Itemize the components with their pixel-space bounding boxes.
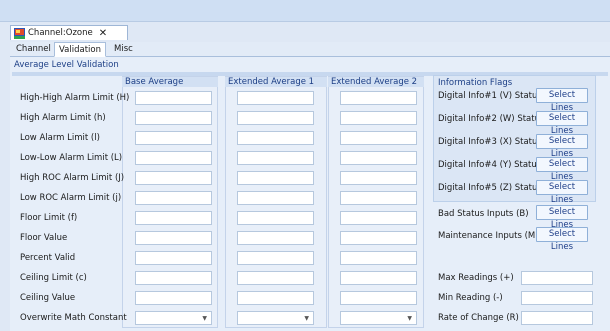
row-label-overwrite-math-constant: Overwrite Math Constant [20,313,127,323]
max-readings-label: Max Readings (+) [438,273,514,283]
base-low-roc-alarm-field[interactable] [135,191,212,205]
tab-validation[interactable]: Validation [54,42,106,57]
chevron-down-icon: ▼ [304,315,309,322]
ext1-low-alarm-field[interactable] [237,131,314,145]
column-header-extended-average-1: Extended Average 1 [225,77,327,87]
base-low-alarm-field[interactable] [135,131,212,145]
rate-of-change-label: Rate of Change (R) [438,313,519,323]
maintenance-inputs-label: Maintenance Inputs (M) [438,231,539,241]
ext1-ceiling-value-field[interactable] [237,291,314,305]
chevron-down-icon: ▼ [407,315,412,322]
maintenance-inputs-select-lines-button[interactable]: Select Lines [536,227,588,252]
ext1-floor-value-field[interactable] [237,231,314,245]
bad-status-inputs-label: Bad Status Inputs (B) [438,209,529,219]
digital-info-4-label: Digital Info#4 (Y) Status [438,160,542,170]
base-ceiling-value-field[interactable] [135,291,212,305]
digital-info-5-label: Digital Info#5 (Z) Status [438,183,542,193]
ext2-low-alarm-field[interactable] [340,131,417,145]
digital-info-2-label: Digital Info#2 (W) Status [438,114,545,124]
ext2-floor-value-field[interactable] [340,231,417,245]
channel-window-icon [14,27,25,39]
information-flags-title: Information Flags [438,78,513,88]
row-label-percent-valid: Percent Valid [20,253,76,263]
ext1-low-roc-alarm-field[interactable] [237,191,314,205]
digital-info-5-select-lines-button[interactable]: Select Lines [536,180,588,205]
document-tab-label: Channel:Ozone [28,28,93,38]
base-overwrite-math-constant-select[interactable]: ▼ [135,311,212,325]
digital-info-1-select-lines-button[interactable]: Select Lines [536,88,588,113]
information-flags-group: Information Flags Digital Info#1 (V) Sta… [433,75,596,205]
ext2-floor-limit-field[interactable] [340,211,417,225]
bad-status-inputs-select-lines-button[interactable]: Select Lines [536,205,588,230]
row-label-floor-value: Floor Value [20,233,68,243]
base-ceiling-limit-field[interactable] [135,271,212,285]
base-percent-valid-field[interactable] [135,251,212,265]
base-floor-value-field[interactable] [135,231,212,245]
ext1-overwrite-math-constant-select[interactable]: ▼ [237,311,314,325]
document-tab[interactable]: Channel:Ozone ✕ [10,25,128,40]
ext2-ceiling-limit-field[interactable] [340,271,417,285]
digital-info-3-select-lines-button[interactable]: Select Lines [536,134,588,159]
min-reading-label: Min Reading (-) [438,293,503,303]
ext1-low-low-alarm-field[interactable] [237,151,314,165]
digital-info-2-select-lines-button[interactable]: Select Lines [536,111,588,136]
rate-of-change-field[interactable] [521,311,593,325]
column-header-extended-average-2: Extended Average 2 [328,77,424,87]
ext1-high-high-alarm-field[interactable] [237,91,314,105]
ext2-low-roc-alarm-field[interactable] [340,191,417,205]
base-high-alarm-field[interactable] [135,111,212,125]
ext2-high-high-alarm-field[interactable] [340,91,417,105]
ext2-overwrite-math-constant-select[interactable]: ▼ [340,311,417,325]
row-label-high-alarm: High Alarm Limit (h) [20,113,106,123]
ext1-percent-valid-field[interactable] [237,251,314,265]
base-high-roc-alarm-field[interactable] [135,171,212,185]
max-readings-field[interactable] [521,271,593,285]
ext1-ceiling-limit-field[interactable] [237,271,314,285]
ext2-ceiling-value-field[interactable] [340,291,417,305]
ext2-percent-valid-field[interactable] [340,251,417,265]
tab-channel[interactable]: Channel [12,42,55,56]
base-high-high-alarm-field[interactable] [135,91,212,105]
chevron-down-icon: ▼ [202,315,207,322]
base-low-low-alarm-field[interactable] [135,151,212,165]
ext1-high-roc-alarm-field[interactable] [237,171,314,185]
ext1-floor-limit-field[interactable] [237,211,314,225]
section-title: Average Level Validation [14,60,119,70]
row-label-low-alarm: Low Alarm Limit (l) [20,133,100,143]
row-label-high-roc-alarm: High ROC Alarm Limit (J) [20,173,125,183]
row-label-ceiling-limit: Ceiling Limit (c) [20,273,87,283]
tab-misc[interactable]: Misc [110,42,137,56]
min-reading-field[interactable] [521,291,593,305]
row-label-ceiling-value: Ceiling Value [20,293,76,303]
row-label-floor-limit: Floor Limit (f) [20,213,78,223]
row-label-low-roc-alarm: Low ROC Alarm Limit (j) [20,193,122,203]
ext2-high-alarm-field[interactable] [340,111,417,125]
column-header-base-average: Base Average [122,77,218,87]
validation-panel: Average Level Validation Base Average Ex… [10,57,610,331]
ext1-high-alarm-field[interactable] [237,111,314,125]
digital-info-4-select-lines-button[interactable]: Select Lines [536,157,588,182]
base-floor-limit-field[interactable] [135,211,212,225]
title-strip [0,0,610,22]
digital-info-1-label: Digital Info#1 (V) Status [438,91,542,101]
row-label-low-low-alarm: Low-Low Alarm Limit (L) [20,153,123,163]
ext2-low-low-alarm-field[interactable] [340,151,417,165]
ext2-high-roc-alarm-field[interactable] [340,171,417,185]
close-icon[interactable]: ✕ [99,28,107,39]
tab-bar: Channel Validation Misc [10,42,610,57]
digital-info-3-label: Digital Info#3 (X) Status [438,137,542,147]
row-label-high-high-alarm: High-High Alarm Limit (H) [20,93,130,103]
